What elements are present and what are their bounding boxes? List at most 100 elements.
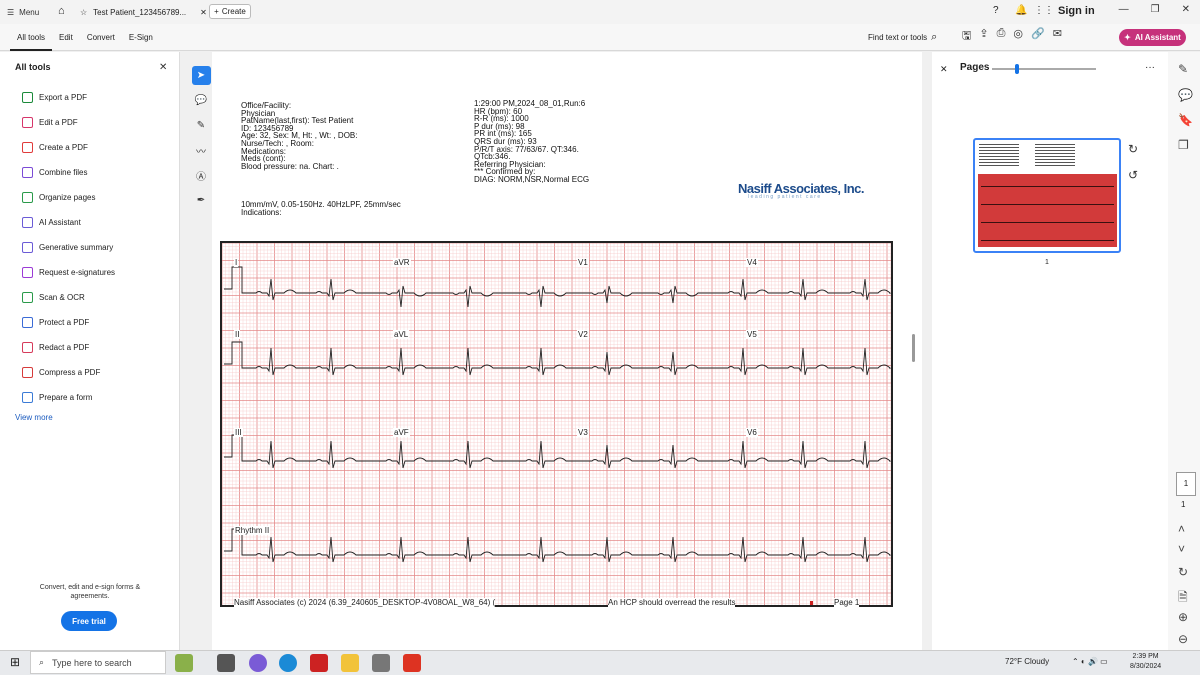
star-icon[interactable]: ☆: [80, 8, 87, 17]
sidebar-item[interactable]: Create a PDF: [22, 140, 88, 154]
sidebar-item[interactable]: Request e-signatures: [22, 265, 115, 279]
email-icon[interactable]: ✉: [1053, 27, 1062, 46]
sidebar-item-label: Protect a PDF: [39, 317, 90, 327]
zoom-in-icon[interactable]: ⊕: [1178, 610, 1188, 624]
select-tool-icon[interactable]: ➤: [191, 66, 211, 85]
sidebar-item-label: Redact a PDF: [39, 342, 90, 352]
save-page-icon[interactable]: 🗎: [1178, 588, 1188, 609]
close-icon[interactable]: ✕: [159, 62, 167, 73]
sidebar-item-label: Compress a PDF: [39, 367, 101, 377]
rotate-clockwise-icon[interactable]: ↻: [1128, 142, 1138, 156]
page-thumbnail[interactable]: [973, 138, 1121, 253]
slider-knob[interactable]: [1015, 64, 1019, 74]
file-explorer-icon[interactable]: [341, 654, 359, 672]
sidebar-item[interactable]: Prepare a form: [22, 390, 92, 404]
tab-esign[interactable]: E-Sign: [122, 24, 160, 51]
sidebar-item[interactable]: Protect a PDF: [22, 315, 89, 329]
settings-icon[interactable]: [372, 654, 390, 672]
pages-icon[interactable]: ❐: [1178, 138, 1189, 152]
title-bar: ☰ Menu ⌂ ☆ Test Patient_123456789... ✕ +…: [0, 0, 1200, 24]
task-view-icon[interactable]: [217, 654, 235, 672]
page-input[interactable]: 1: [1176, 472, 1196, 496]
save-icon[interactable]: 🖫: [962, 27, 971, 46]
thumbnail-size-slider[interactable]: [992, 64, 1096, 74]
copilot-icon[interactable]: [249, 654, 267, 672]
sidebar-item-label: Create a PDF: [39, 142, 88, 152]
sidebar-item[interactable]: Compress a PDF: [22, 365, 100, 379]
tab-convert[interactable]: Convert: [80, 24, 122, 51]
edge-icon[interactable]: [279, 654, 297, 672]
tab-edit[interactable]: Edit: [52, 24, 80, 51]
sidebar-item[interactable]: Export a PDF: [22, 90, 87, 104]
app-icon[interactable]: [310, 654, 328, 672]
tool-icon: [22, 216, 33, 228]
close-tab-icon[interactable]: ✕: [200, 8, 207, 17]
thumb-ecg: [978, 174, 1117, 247]
sidebar-item[interactable]: Generative summary: [22, 240, 113, 254]
plus-icon: +: [214, 7, 219, 16]
comment-icon[interactable]: 💬: [1178, 88, 1193, 102]
sidebar-item[interactable]: Edit a PDF: [22, 115, 78, 129]
chevron-up-icon[interactable]: ˄: [1178, 522, 1185, 536]
sidebar-item[interactable]: Combine files: [22, 165, 87, 179]
help-icon[interactable]: ?: [993, 5, 999, 16]
refresh-icon[interactable]: ↻: [1178, 565, 1188, 579]
apps-grid-icon[interactable]: ⋮⋮: [1034, 5, 1054, 16]
weather[interactable]: 72°F Cloudy: [1005, 657, 1049, 666]
document-scrollbar[interactable]: [910, 52, 918, 650]
link-icon[interactable]: 🔗: [1031, 27, 1045, 46]
zoom-out-icon[interactable]: ⊖: [1178, 632, 1188, 646]
find-tools[interactable]: Find text or tools ⌕: [868, 24, 937, 51]
lead-label: V6: [746, 428, 758, 437]
restore-icon[interactable]: ❐: [1151, 4, 1160, 15]
annotation-toolbar: ➤ 💬 ✎ 〰 Ⓐ ✒: [190, 66, 212, 210]
acrobat-icon[interactable]: [403, 654, 421, 672]
windows-start-icon[interactable]: ⊞: [10, 655, 20, 669]
edit-icon[interactable]: ✎: [1178, 62, 1188, 76]
sidebar-item[interactable]: Scan & OCR: [22, 290, 85, 304]
highlight-icon[interactable]: ✎: [192, 116, 211, 135]
menu-button[interactable]: ☰ Menu: [7, 0, 39, 24]
lead-label: I: [234, 258, 239, 267]
sidebar-title: All tools: [15, 62, 51, 72]
widget-icon[interactable]: [175, 654, 193, 672]
close-pages-icon[interactable]: ✕: [940, 64, 948, 75]
sidebar-item[interactable]: Redact a PDF: [22, 340, 89, 354]
tab-all-tools[interactable]: All tools: [10, 24, 53, 51]
draw-icon[interactable]: 〰: [192, 141, 211, 160]
sign-icon[interactable]: ✒: [192, 191, 211, 210]
tool-icon: [22, 91, 33, 103]
share-icon[interactable]: ◎: [1013, 27, 1023, 46]
text-box-icon[interactable]: Ⓐ: [192, 166, 211, 185]
ecg-footer-right: Page 1: [834, 598, 860, 607]
comment-icon[interactable]: 💬: [192, 91, 211, 110]
tool-icon: [22, 266, 33, 278]
chevron-down-icon[interactable]: ˅: [1178, 542, 1185, 556]
ai-assistant-button[interactable]: ✦ AI Assistant: [1119, 29, 1186, 46]
bookmark-icon[interactable]: 🔖: [1178, 113, 1193, 127]
more-options-icon[interactable]: ···: [1145, 62, 1155, 73]
scroll-thumb[interactable]: [912, 334, 915, 362]
minimize-icon[interactable]: —: [1119, 4, 1129, 15]
create-button[interactable]: + Create: [209, 4, 251, 19]
measurements: 1:29:00 PM,2024_08_01,Run:6 HR (bpm): 60 R…: [474, 100, 589, 184]
nasiff-logo: Nasiff Associates, Inc. leading patient c…: [738, 181, 865, 200]
clock[interactable]: 2:39 PM 8/30/2024: [1130, 652, 1161, 672]
page-number: 1: [1045, 259, 1049, 266]
sign-in-button[interactable]: Sign in: [1058, 5, 1095, 17]
notification-icon[interactable]: 🔔: [1015, 5, 1027, 16]
tray-icons[interactable]: ⌃ ◐ 🔊 ▭: [1072, 657, 1108, 666]
free-trial-button[interactable]: Free trial: [61, 611, 117, 631]
sidebar-item[interactable]: Organize pages: [22, 190, 95, 204]
sidebar-item[interactable]: AI Assistant: [22, 215, 81, 229]
close-window-icon[interactable]: ✕: [1182, 4, 1190, 15]
print-icon[interactable]: ⎙: [997, 27, 1006, 46]
tool-icon: [22, 241, 33, 253]
upload-icon[interactable]: ⇪: [979, 27, 988, 46]
rotate-counter-icon[interactable]: ↺: [1128, 168, 1138, 182]
taskbar-search[interactable]: ⌕ Type here to search: [30, 651, 166, 674]
view-more-link[interactable]: View more: [15, 413, 53, 422]
home-icon[interactable]: ⌂: [58, 5, 65, 17]
document-tab[interactable]: ☆ Test Patient_123456789... ✕: [80, 3, 207, 21]
patient-info: Office/Facility: Physician PatName(last,fi…: [241, 102, 357, 170]
